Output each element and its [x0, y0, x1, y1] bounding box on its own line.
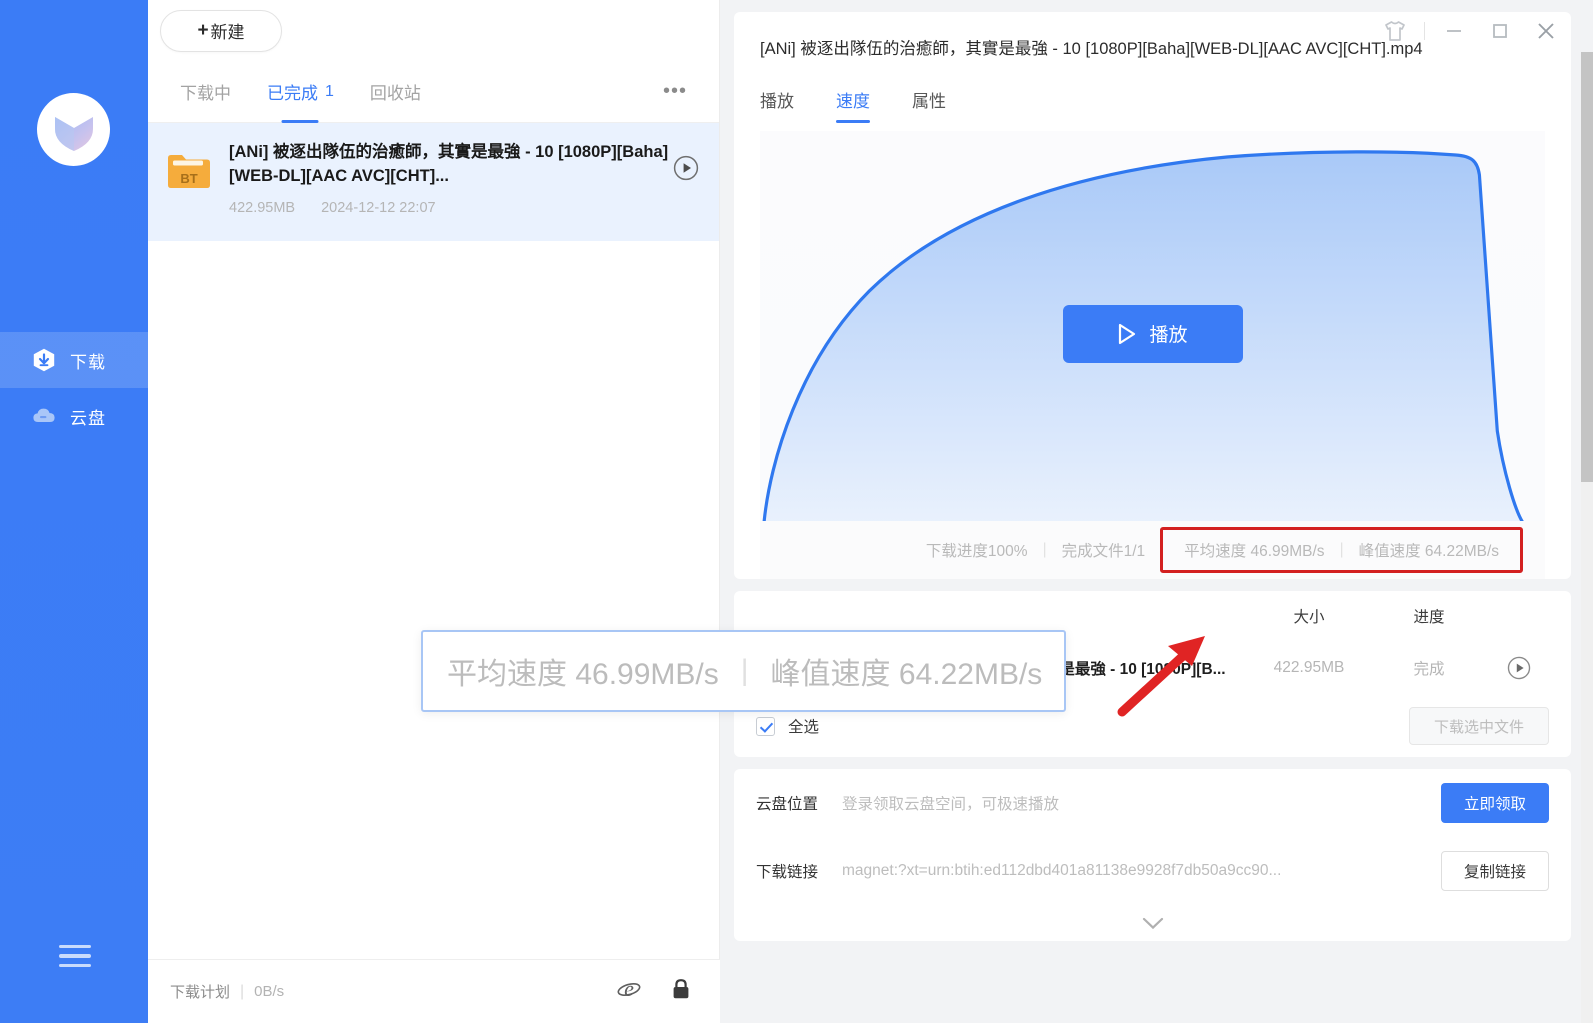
- svg-text:e: e: [624, 976, 634, 1001]
- minimize-icon[interactable]: [1431, 8, 1477, 54]
- download-icon: [31, 347, 57, 373]
- tab-label: 回收站: [369, 84, 421, 103]
- tab-play[interactable]: 播放: [760, 87, 794, 123]
- play-button-label: 播放: [1149, 325, 1188, 347]
- column-header-size: 大小: [1293, 609, 1325, 627]
- left-sidebar: 下载 云盘: [0, 0, 148, 1023]
- task-list-column: + 新建 下载中 已完成 1 回收站 ••• BT [ANi] 被逐出隊伍的治癒…: [148, 0, 720, 1023]
- new-task-button[interactable]: + 新建: [160, 9, 282, 52]
- sidebar-item-clouddisk[interactable]: 云盘: [0, 388, 148, 444]
- hamburger-menu-icon[interactable]: [59, 944, 91, 967]
- internet-explorer-icon[interactable]: e: [616, 976, 642, 1007]
- tab-properties[interactable]: 属性: [912, 87, 946, 123]
- download-selected-button[interactable]: 下载选中文件: [1409, 707, 1549, 746]
- hummingbird-icon: [54, 116, 93, 151]
- new-task-bar: + 新建: [148, 0, 719, 61]
- tab-label: 播放: [760, 92, 794, 112]
- new-task-label: 新建: [210, 23, 245, 42]
- speed-stats-bar: 下载进度100% | 完成文件1/1 平均速度 46.99MB/s | 峰值速度…: [760, 521, 1545, 580]
- tab-label: 已完成: [267, 84, 318, 103]
- task-list-item[interactable]: BT [ANi] 被逐出隊伍的治癒師，其實是最強 - 10 [1080P][Ba…: [148, 123, 719, 241]
- select-all-checkbox[interactable]: [756, 716, 775, 736]
- select-all-label: 全选: [788, 719, 820, 737]
- status-separator: |: [240, 982, 245, 1000]
- play-video-button[interactable]: 播放: [1062, 304, 1243, 363]
- expand-more-button[interactable]: [756, 905, 1549, 941]
- task-meta: 422.95MB 2024-12-12 22:07: [229, 200, 699, 216]
- download-plan-label[interactable]: 下载计划: [170, 981, 230, 1002]
- global-speed: 0B/s: [254, 983, 285, 1000]
- status-icons: e: [616, 976, 692, 1007]
- task-date: 2024-12-12 22:07: [321, 199, 436, 216]
- lock-icon[interactable]: [670, 977, 692, 1006]
- callout-avg-speed: 平均速度 46.99MB/s: [447, 658, 719, 691]
- callout-separator: |: [740, 654, 749, 687]
- copy-link-button[interactable]: 复制链接: [1441, 851, 1549, 892]
- tab-downloading[interactable]: 下载中: [162, 61, 249, 123]
- task-size: 422.95MB: [229, 199, 296, 216]
- task-title: [ANi] 被逐出隊伍的治癒師，其實是最強 - 10 [1080P][Baha]…: [229, 143, 669, 185]
- tab-label: 速度: [836, 92, 870, 112]
- detail-panel: [ANi] 被逐出隊伍的治癒師，其實是最強 - 10 [1080P][Baha]…: [720, 0, 1593, 1023]
- task-info: [ANi] 被逐出隊伍的治癒師，其實是最強 - 10 [1080P][Baha]…: [229, 141, 699, 216]
- status-bar: 下载计划 | 0B/s e: [148, 959, 720, 1023]
- task-tabs: 下载中 已完成 1 回收站 •••: [148, 61, 719, 123]
- app-logo: [37, 93, 110, 166]
- tab-label: 属性: [912, 92, 946, 112]
- sidebar-item-label: 下载: [70, 352, 106, 372]
- chevron-down-icon: [1142, 917, 1163, 929]
- stat-progress: 下载进度100%: [925, 543, 1028, 561]
- sidebar-item-download[interactable]: 下载: [0, 332, 148, 388]
- maximize-icon[interactable]: [1477, 8, 1523, 54]
- svg-text:BT: BT: [180, 171, 197, 186]
- panel-scrollbar-thumb[interactable]: [1581, 52, 1593, 482]
- tab-label: 下载中: [180, 84, 231, 103]
- download-link-row: 下载链接 magnet:?xt=urn:btih:ed112dbd401a811…: [756, 837, 1549, 905]
- tshirt-icon[interactable]: [1372, 8, 1418, 54]
- speed-detail-card: [ANi] 被逐出隊伍的治癒師，其實是最強 - 10 [1080P][Baha]…: [734, 12, 1571, 580]
- download-link-label: 下载链接: [756, 864, 819, 882]
- stat-peak-speed: 峰值速度 64.22MB/s: [1358, 543, 1499, 561]
- stat-files-done: 完成文件1/1: [1061, 543, 1146, 561]
- window-controls: [1372, 0, 1569, 61]
- tab-completed[interactable]: 已完成 1: [249, 61, 352, 123]
- titlebar-divider: [1424, 21, 1425, 40]
- play-triangle-icon: [1119, 323, 1136, 344]
- claim-cloud-button[interactable]: 立即领取: [1441, 783, 1549, 824]
- magnified-speed-callout: 平均速度 46.99MB/s | 峰值速度 64.22MB/s: [421, 630, 1066, 712]
- speed-stats-highlight: 平均速度 46.99MB/s | 峰值速度 64.22MB/s: [1160, 527, 1523, 574]
- file-row-size: 422.95MB: [1273, 659, 1345, 677]
- detail-tabs: 播放 速度 属性: [760, 87, 1545, 124]
- tab-recycle-bin[interactable]: 回收站: [352, 61, 439, 123]
- tab-count: 1: [325, 82, 334, 100]
- stat-avg-speed: 平均速度 46.99MB/s: [1184, 543, 1325, 561]
- more-horizontal-icon[interactable]: •••: [663, 80, 719, 103]
- close-icon[interactable]: [1523, 8, 1569, 54]
- play-circle-icon[interactable]: [1489, 656, 1549, 680]
- column-header-progress: 进度: [1413, 609, 1445, 627]
- sidebar-item-label: 云盘: [70, 408, 106, 428]
- cloud-disk-icon: [31, 403, 57, 429]
- file-row-progress: 完成: [1413, 661, 1445, 679]
- play-circle-icon[interactable]: [673, 155, 699, 186]
- app-window: 下载 云盘 + 新建 下载中 已完成 1 回收站 ••• BT [ANi] 被逐…: [0, 0, 1593, 1023]
- cloud-location-label: 云盘位置: [756, 796, 819, 814]
- download-link-value: magnet:?xt=urn:btih:ed112dbd401a81138e99…: [842, 862, 1282, 880]
- callout-peak-speed: 峰值速度 64.22MB/s: [770, 658, 1043, 691]
- cloud-location-value: 登录领取云盘空间，可极速播放: [842, 796, 1060, 814]
- plus-icon: +: [197, 19, 209, 41]
- meta-card: 云盘位置 登录领取云盘空间，可极速播放 立即领取 下载链接 magnet:?xt…: [734, 769, 1571, 942]
- cloud-location-row: 云盘位置 登录领取云盘空间，可极速播放 立即领取: [756, 769, 1549, 837]
- speed-chart: 播放: [760, 131, 1545, 522]
- bt-folder-icon: BT: [166, 148, 212, 194]
- tab-speed[interactable]: 速度: [836, 87, 870, 124]
